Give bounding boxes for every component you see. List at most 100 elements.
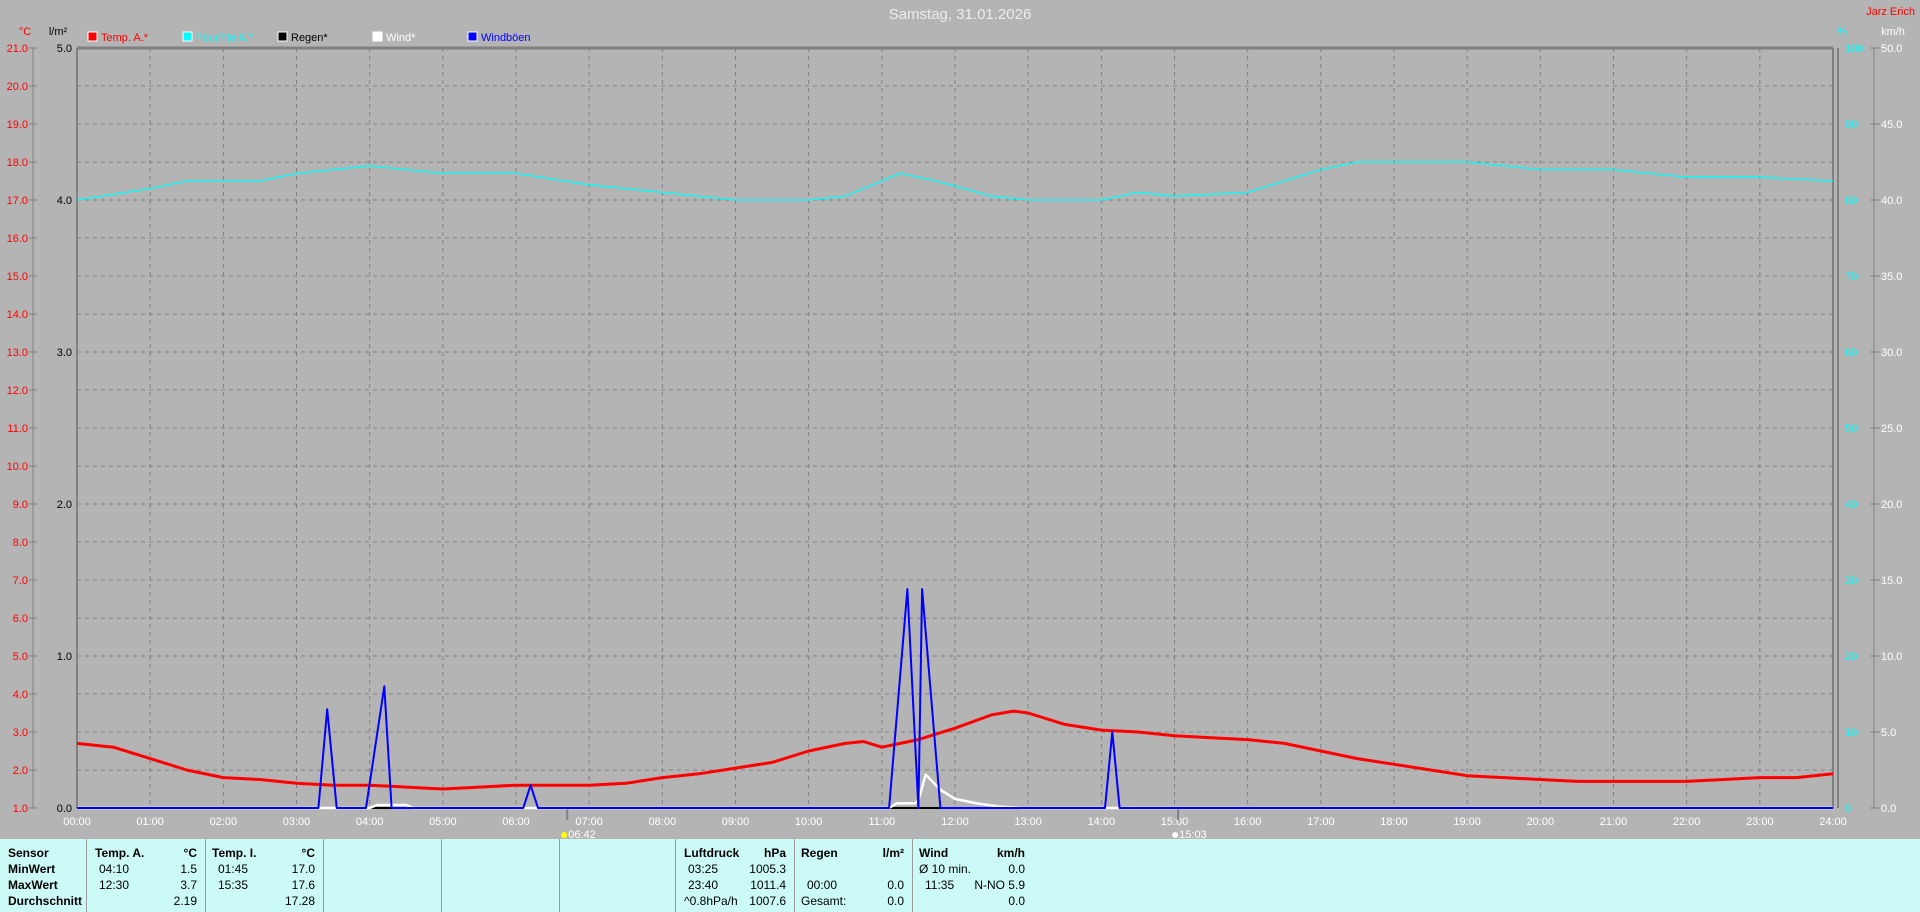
legend-swatch [467, 31, 478, 42]
humidity-tick-label: 80 [1845, 195, 1857, 207]
wind-unit: km/h [996, 846, 1025, 860]
temp-i-max-time: 15:35 [218, 878, 249, 892]
pressure-min: 1005.3 [749, 862, 786, 876]
wind-tick-label: 50.0 [1881, 43, 1902, 55]
temp-tick-label: 4.0 [13, 689, 28, 701]
rain-tick-label: 1.0 [57, 651, 72, 663]
x-tick-label: 06:00 [502, 816, 530, 828]
wind-tick-label: 20.0 [1881, 499, 1902, 511]
humidity-tick-label: 0 [1845, 803, 1851, 815]
temp-a-max-time: 12:30 [99, 878, 130, 892]
x-tick-label: 03:00 [283, 816, 311, 828]
legend-swatch [277, 31, 288, 42]
wind-day-avg: 0.0 [1008, 894, 1025, 908]
rain-unit: l/m² [882, 846, 904, 860]
wind-tick-label: 30.0 [1881, 347, 1902, 359]
temp-tick-label: 16.0 [7, 233, 28, 245]
pressure-avg: 1007.6 [749, 894, 786, 908]
x-tick-label: 08:00 [649, 816, 677, 828]
temp-tick-label: 21.0 [7, 43, 28, 55]
temp-i-unit: °C [301, 846, 315, 860]
x-tick-label: 16:00 [1234, 816, 1262, 828]
x-tick-label: 05:00 [429, 816, 457, 828]
pressure-trend: ^0.8hPa/h [684, 894, 738, 908]
x-tick-label: 04:00 [356, 816, 384, 828]
temp-tick-label: 9.0 [13, 499, 28, 511]
temp-i-max: 17.6 [291, 878, 315, 892]
x-tick-label: 01:00 [136, 816, 164, 828]
wind-tick-label: 25.0 [1881, 423, 1902, 435]
temp-tick-label: 5.0 [13, 651, 28, 663]
legend-label: Wind* [386, 32, 416, 44]
temp-a-header: Temp. A. [95, 846, 145, 860]
temp-tick-label: 19.0 [7, 119, 28, 131]
legend-swatch [87, 31, 98, 42]
wind-tick-label: 0.0 [1881, 803, 1896, 815]
wind-header: Wind [919, 846, 949, 860]
sunset-time: 15:03 [1179, 829, 1207, 839]
rain-tick-label: 4.0 [57, 195, 72, 207]
rain-max: 0.0 [887, 878, 904, 892]
sensor-header: Sensor [8, 846, 49, 860]
x-tick-label: 09:00 [722, 816, 750, 828]
legend-label: Windböen [481, 32, 531, 44]
temp-a-column: Temp. A. °C 04:10 1.5 12:30 3.7 2.19 [87, 839, 206, 912]
wind-max: N-NO 5.9 [974, 878, 1025, 892]
x-tick-label: 23:00 [1746, 816, 1774, 828]
rain-total-label: Gesamt: [801, 894, 847, 908]
rain-tick-label: 2.0 [57, 499, 72, 511]
humidity-tick-label: 20 [1845, 651, 1857, 663]
temp-tick-label: 10.0 [7, 461, 28, 473]
wind-max-time: 11:35 [925, 878, 955, 892]
legend-label: Feuchte A.* [196, 32, 254, 44]
legend-label: Temp. A.* [101, 32, 149, 44]
temp-tick-label: 3.0 [13, 727, 28, 739]
sensor-column: Sensor MinWert MaxWert Durchschnitt [0, 839, 87, 912]
row-label-min: MinWert [8, 862, 56, 876]
x-tick-label: 20:00 [1527, 816, 1555, 828]
wind-tick-label: 35.0 [1881, 271, 1902, 283]
humidity-tick-label: 60 [1845, 347, 1857, 359]
rain-axis-unit: l/m² [49, 26, 68, 38]
temp-i-min: 17.0 [291, 862, 315, 876]
empty-column [560, 839, 676, 912]
temp-a-min: 1.5 [180, 862, 197, 876]
x-tick-label: 11:00 [868, 816, 895, 828]
humidity-axis-unit: % [1837, 26, 1847, 38]
temp-tick-label: 2.0 [13, 765, 28, 777]
wind-avg-label: Ø 10 min. [919, 862, 972, 876]
temp-i-avg: 17.28 [284, 894, 315, 908]
temp-tick-label: 11.0 [7, 423, 28, 435]
pressure-max-time: 23:40 [688, 878, 719, 892]
temp-i-header: Temp. I. [212, 846, 257, 860]
temp-tick-label: 7.0 [13, 575, 28, 587]
x-tick-label: 17:00 [1307, 816, 1335, 828]
rain-tick-label: 0.0 [57, 803, 72, 815]
pressure-column: Luftdruck hPa 03:25 1005.3 23:40 1011.4 … [676, 839, 795, 912]
x-tick-label: 02:00 [210, 816, 238, 828]
x-tick-label: 14:00 [1088, 816, 1116, 828]
temp-tick-label: 14.0 [7, 309, 28, 321]
legend-swatch [372, 31, 383, 42]
x-tick-label: 00:00 [63, 816, 91, 828]
wind-avg: 0.0 [1008, 862, 1025, 876]
temp-tick-label: 18.0 [7, 157, 28, 169]
wind-tick-label: 45.0 [1881, 119, 1902, 131]
x-tick-label: 12:00 [941, 816, 969, 828]
x-tick-label: 15:00 [1161, 816, 1189, 828]
temp-tick-label: 15.0 [7, 271, 28, 283]
empty-column [442, 839, 560, 912]
rain-header: Regen [801, 846, 838, 860]
sunrise-icon [561, 832, 568, 838]
wind-tick-label: 40.0 [1881, 195, 1902, 207]
legend-swatch [182, 31, 193, 42]
weather-chart: Samstag, 31.01.2026 Jarz Erich °C l/m²% km/h… [7, 6, 1915, 839]
row-label-max: MaxWert [8, 878, 58, 892]
summary-table: Sensor MinWert MaxWert Durchschnitt Temp… [0, 839, 1920, 912]
humidity-tick-label: 40 [1845, 499, 1857, 511]
temp-i-column: Temp. I. °C 01:45 17.0 15:35 17.6 17.28 [206, 839, 324, 912]
x-tick-label: 13:00 [1014, 816, 1042, 828]
x-tick-label: 24:00 [1819, 816, 1847, 828]
rain-total: 0.0 [887, 894, 904, 908]
sunset-icon [1172, 832, 1179, 838]
